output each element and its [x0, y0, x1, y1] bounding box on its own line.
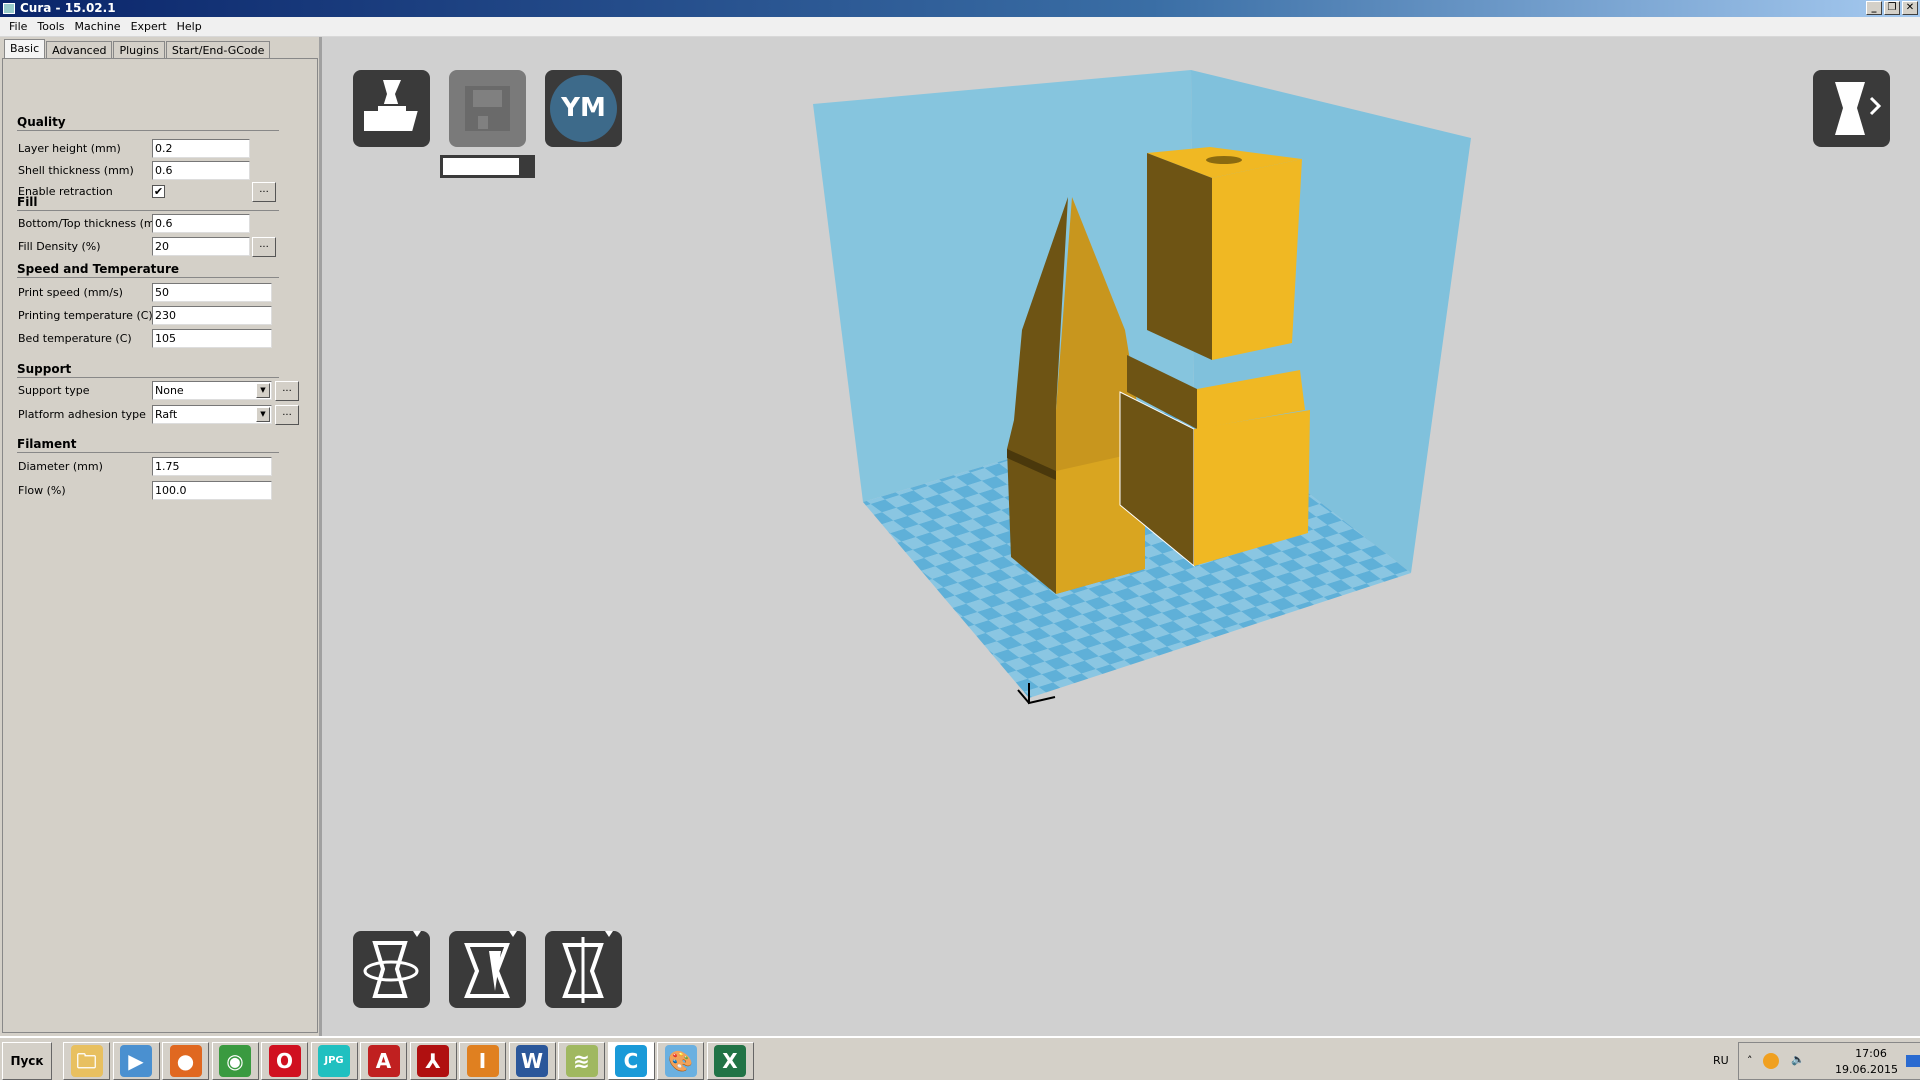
- acrobat-icon: ⅄: [417, 1045, 449, 1077]
- start-label: Пуск: [10, 1054, 44, 1068]
- taskbar-jpg-viewer[interactable]: JPG: [310, 1042, 358, 1080]
- save-gcode-button[interactable]: [449, 70, 526, 147]
- media-player-icon: ▶: [120, 1045, 152, 1077]
- mirror-icon: [562, 931, 613, 1003]
- taskbar-explorer[interactable]: 🗀: [63, 1042, 110, 1080]
- system-tray: RU ˄ 🔈 17:06 19.06.2015: [1713, 1042, 1920, 1080]
- view-mode-icon: [1835, 82, 1882, 135]
- taskbar-excel[interactable]: X: [706, 1042, 754, 1080]
- word-icon: W: [516, 1045, 548, 1077]
- save-gcode-icon: [465, 86, 510, 131]
- taskbar-paint[interactable]: 🎨: [657, 1042, 704, 1080]
- taskbar-firefox[interactable]: ●: [162, 1042, 209, 1080]
- taskbar-acrobat[interactable]: ⅄: [409, 1042, 457, 1080]
- taskbar-media-player[interactable]: ▶: [112, 1042, 160, 1080]
- inventor-icon: I: [466, 1045, 499, 1077]
- firefox-icon: ●: [169, 1045, 202, 1077]
- load-model-icon: [362, 80, 421, 133]
- taskbar-word[interactable]: W: [508, 1042, 556, 1080]
- taskbar-chrome[interactable]: ◉: [211, 1042, 259, 1080]
- jpg-viewer-icon: JPG: [318, 1045, 350, 1077]
- taskbar-inventor[interactable]: I: [459, 1042, 506, 1080]
- cura-icon: C: [615, 1045, 647, 1077]
- rotate-button[interactable]: [353, 931, 430, 1008]
- paint-icon: 🎨: [664, 1045, 697, 1077]
- taskbar-cura[interactable]: C: [607, 1042, 655, 1080]
- 3d-viewport[interactable]: [0, 0, 1920, 1080]
- clock-date[interactable]: 19.06.2015: [1835, 1063, 1898, 1076]
- language-indicator[interactable]: RU: [1713, 1054, 1729, 1067]
- view-mode-button[interactable]: [1813, 70, 1890, 147]
- tray-app-icon[interactable]: [1763, 1053, 1779, 1069]
- start-button[interactable]: Пуск: [2, 1042, 52, 1080]
- show-desktop-icon[interactable]: [1906, 1055, 1920, 1067]
- rotate-icon: [363, 931, 421, 998]
- scale-icon: [464, 931, 517, 998]
- clock-time[interactable]: 17:06: [1841, 1047, 1901, 1060]
- opera-icon: O: [268, 1045, 301, 1077]
- explorer-icon: 🗀: [70, 1045, 103, 1077]
- youmagine-button[interactable]: YM: [545, 70, 622, 147]
- load-model-button[interactable]: [353, 70, 430, 147]
- ym-logo: YM: [550, 75, 617, 142]
- scale-button[interactable]: [449, 931, 526, 1008]
- taskbar: Пуск 🗀 ▶ ● ◉ O JPG A ⅄ I W ≋ C 🎨 X RU ˄ 🔈 17:06 19.06…: [0, 1036, 1920, 1080]
- slice-progress-bar: [440, 155, 535, 178]
- autocad-icon: A: [367, 1045, 400, 1077]
- taskbar-autocad[interactable]: A: [360, 1042, 407, 1080]
- taskbar-opera[interactable]: O: [261, 1042, 308, 1080]
- taskbar-app-green[interactable]: ≋: [558, 1042, 605, 1080]
- chrome-icon: ◉: [219, 1045, 251, 1077]
- progress-fill: [443, 158, 519, 175]
- show-hidden-icon[interactable]: ˄: [1747, 1054, 1753, 1067]
- volume-icon[interactable]: 🔈: [1791, 1053, 1805, 1066]
- excel-icon: X: [714, 1045, 746, 1077]
- mirror-button[interactable]: [545, 931, 622, 1008]
- app-green-icon: ≋: [565, 1045, 598, 1077]
